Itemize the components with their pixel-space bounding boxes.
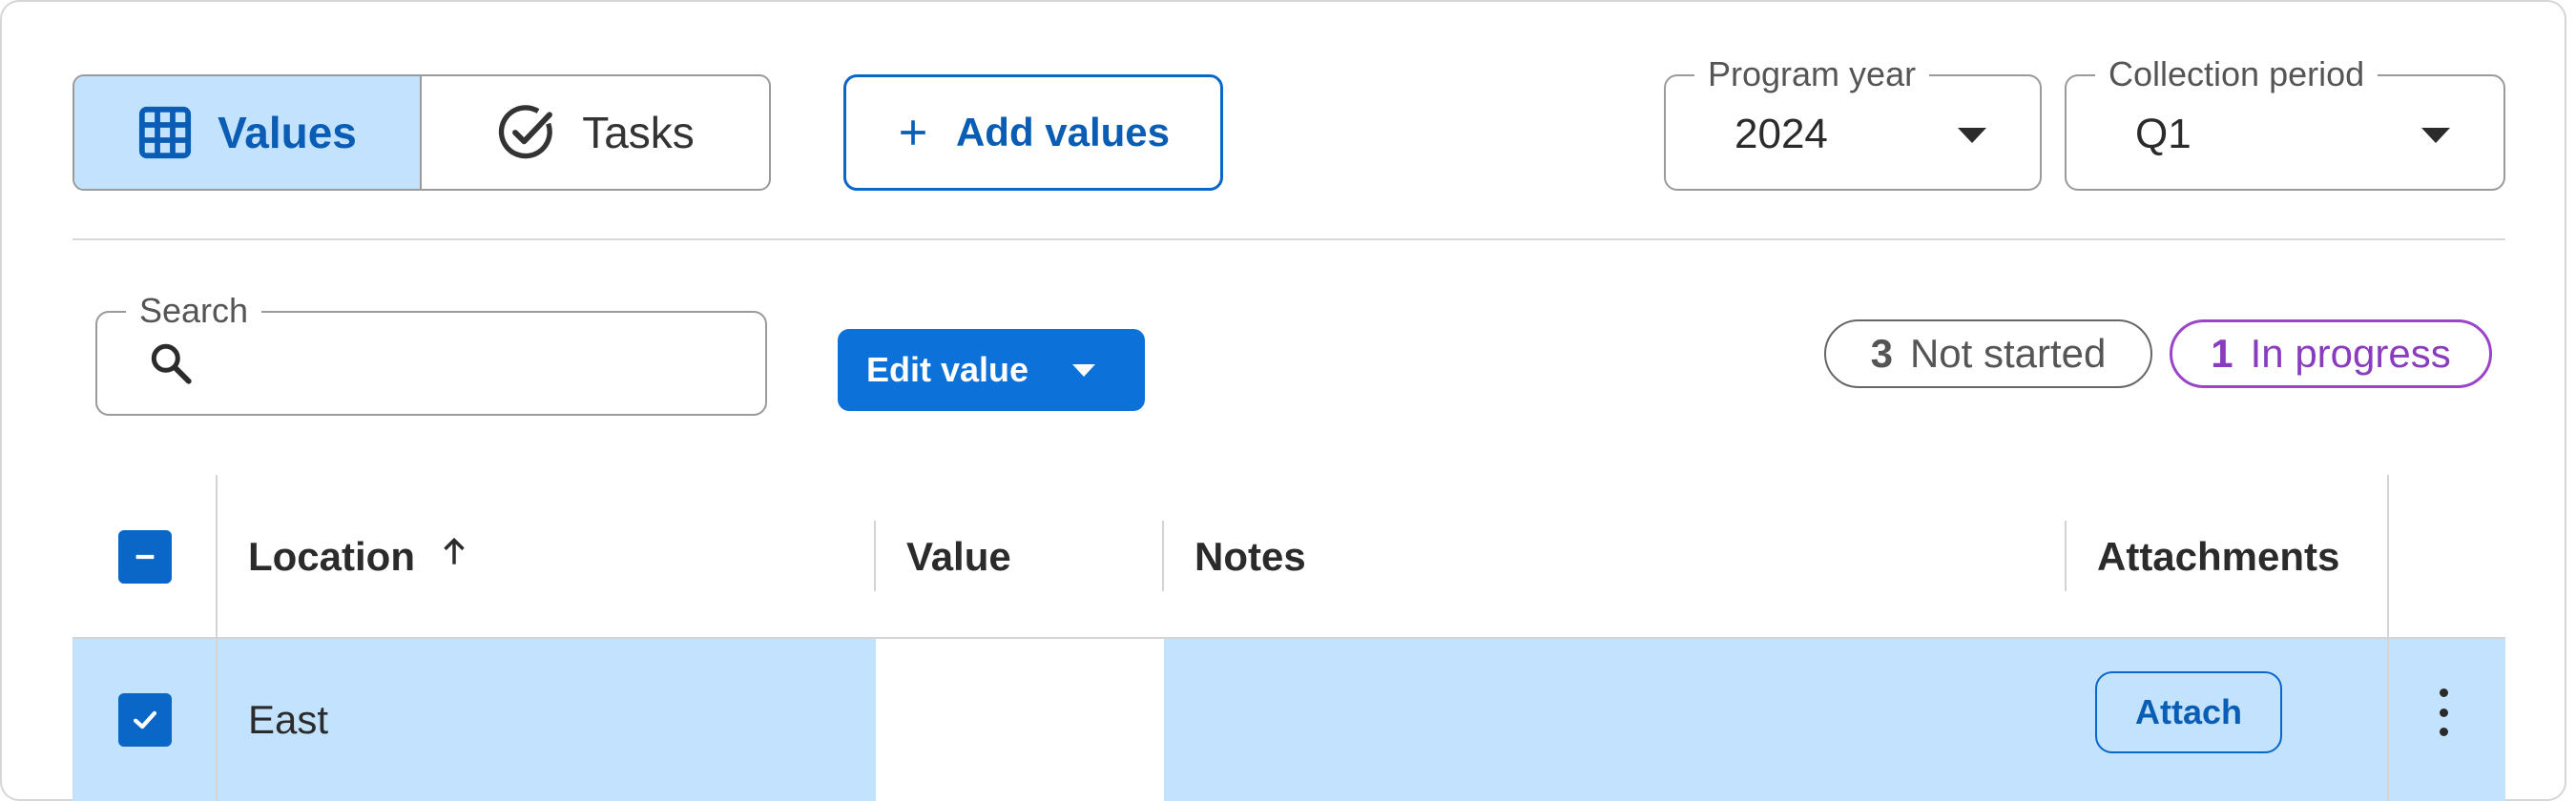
- location-value: East: [248, 697, 329, 742]
- notes-header-label: Notes: [1195, 534, 1306, 579]
- attach-label: Attach: [2134, 692, 2242, 731]
- section-divider: [73, 238, 2505, 240]
- in-progress-count: 1: [2211, 331, 2233, 376]
- not-started-label: Not started: [1909, 331, 2107, 376]
- tasks-view-button[interactable]: Tasks: [422, 76, 769, 189]
- chevron-down-icon: [2421, 128, 2450, 143]
- column-header-attachments[interactable]: Attachments: [2097, 475, 2339, 639]
- arrow-up-icon: [436, 534, 472, 580]
- checkbox-column-divider: [216, 639, 218, 801]
- minus-icon: [135, 554, 155, 560]
- table-header: Location Value Notes Attachments: [73, 475, 2505, 639]
- location-header-label: Location: [248, 534, 415, 579]
- column-divider: [874, 521, 876, 591]
- check-circle-icon: [496, 102, 557, 163]
- edit-value-label: Edit value: [866, 350, 1029, 389]
- values-view-button[interactable]: Values: [74, 76, 422, 189]
- column-header-notes[interactable]: Notes: [1195, 475, 1306, 639]
- attachments-header-label: Attachments: [2097, 534, 2340, 579]
- search-label: Search: [126, 290, 262, 332]
- column-divider: [1162, 521, 1164, 591]
- kebab-dot: [2439, 708, 2448, 717]
- more-options-icon[interactable]: [2429, 688, 2458, 736]
- values-table: Location Value Notes Attachments East At…: [73, 475, 2505, 801]
- search-icon: [147, 339, 195, 392]
- search-input[interactable]: [212, 338, 750, 393]
- add-values-button[interactable]: Add values: [843, 74, 1223, 191]
- in-progress-label: In progress: [2250, 331, 2451, 376]
- tasks-view-label: Tasks: [582, 108, 695, 157]
- location-cell: East: [248, 639, 328, 801]
- status-filter-not-started[interactable]: 3 Not started: [1824, 319, 2152, 388]
- program-year-select[interactable]: Program year 2024: [1664, 53, 2042, 191]
- column-divider: [2065, 521, 2067, 591]
- attach-button[interactable]: Attach: [2095, 671, 2282, 753]
- collection-period-value: Q1: [2135, 111, 2192, 157]
- column-header-value[interactable]: Value: [906, 475, 1011, 639]
- not-started-count: 3: [1870, 331, 1893, 376]
- program-year-value: 2024: [1735, 111, 1828, 157]
- caret-down-icon: [1072, 364, 1095, 377]
- values-view-label: Values: [218, 108, 357, 157]
- select-all-checkbox[interactable]: [118, 530, 172, 584]
- plus-icon: [897, 116, 929, 149]
- collection-period-select[interactable]: Collection period Q1: [2065, 53, 2505, 191]
- collection-period-label: Collection period: [2095, 53, 2379, 95]
- actions-column-divider: [2387, 639, 2389, 801]
- grid-icon: [137, 105, 193, 160]
- select-all-cell: [118, 475, 172, 639]
- content-card: Values Tasks Add values Program year 202…: [0, 0, 2566, 801]
- table-row[interactable]: East Attach: [73, 639, 2505, 801]
- chevron-down-icon: [1958, 128, 1986, 143]
- row-checkbox[interactable]: [118, 693, 172, 747]
- status-filter-in-progress[interactable]: 1 In progress: [2170, 319, 2492, 388]
- value-cell[interactable]: [876, 639, 1164, 801]
- search-field[interactable]: Search: [95, 290, 767, 416]
- checkmark-icon: [133, 710, 157, 729]
- program-year-label: Program year: [1694, 53, 1930, 95]
- value-header-label: Value: [906, 534, 1011, 579]
- row-checkbox-cell: [118, 639, 172, 801]
- view-toggle: Values Tasks: [73, 74, 771, 191]
- kebab-dot: [2439, 728, 2448, 736]
- column-header-location[interactable]: Location: [248, 475, 472, 639]
- add-values-label: Add values: [955, 110, 1171, 154]
- edit-value-button[interactable]: Edit value: [838, 329, 1145, 411]
- kebab-dot: [2439, 688, 2448, 697]
